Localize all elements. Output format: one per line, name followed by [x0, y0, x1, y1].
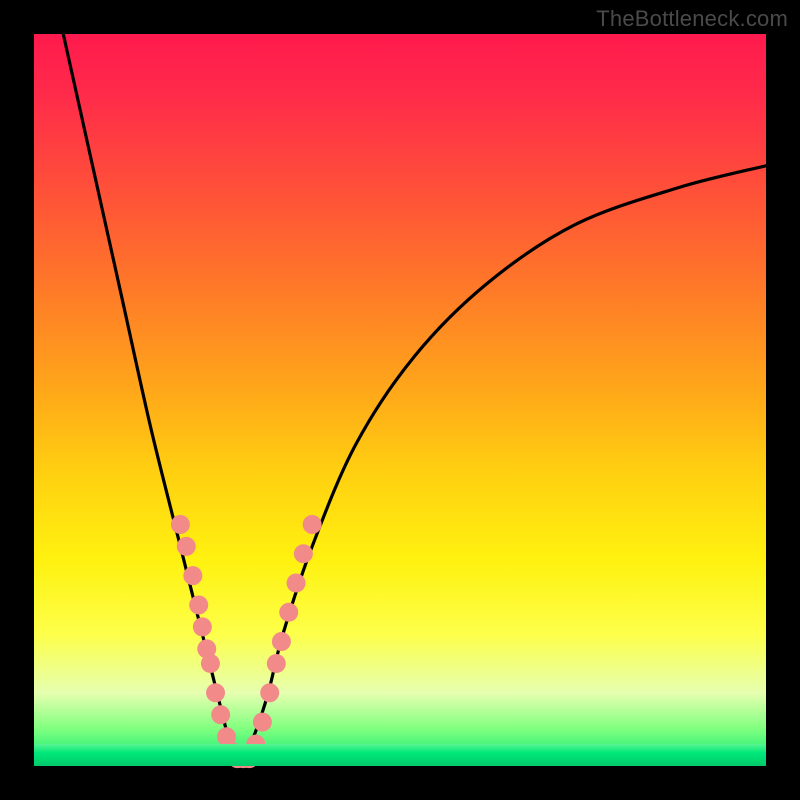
green-bottom-strip: [34, 744, 766, 766]
marker-group: [171, 515, 322, 768]
marker-dot: [279, 603, 298, 622]
marker-dot: [294, 544, 313, 563]
marker-dot: [303, 515, 322, 534]
marker-dot: [260, 683, 279, 702]
marker-dot: [267, 654, 286, 673]
marker-dot: [211, 705, 230, 724]
curve-right: [239, 166, 766, 766]
marker-dot: [206, 683, 225, 702]
marker-dot: [177, 537, 196, 556]
marker-dot: [201, 654, 220, 673]
marker-dot: [287, 574, 306, 593]
watermark-text: TheBottleneck.com: [596, 6, 788, 32]
marker-dot: [171, 515, 190, 534]
marker-dot: [253, 713, 272, 732]
marker-dot: [189, 595, 208, 614]
plot-area: [34, 34, 766, 766]
marker-dot: [183, 566, 202, 585]
chart-svg: [34, 34, 766, 766]
marker-dot: [193, 617, 212, 636]
marker-dot: [272, 632, 291, 651]
